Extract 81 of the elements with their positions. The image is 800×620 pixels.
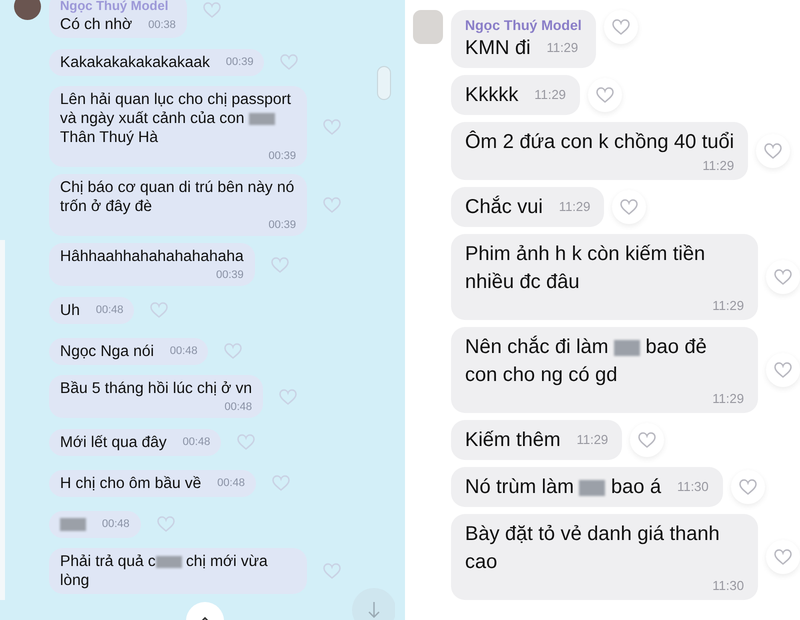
message-text: Nên chắc đi làm bao đẻ con cho ng có gd <box>465 336 707 386</box>
censor-blur <box>579 480 606 496</box>
censor-blur <box>156 556 182 568</box>
like-button[interactable] <box>604 10 638 44</box>
message-time: 00:39 <box>268 219 296 231</box>
message-text: Uh <box>60 300 80 320</box>
like-button[interactable] <box>756 134 790 168</box>
message-time: 00:48 <box>102 518 130 530</box>
like-button[interactable] <box>630 423 664 457</box>
like-button[interactable] <box>766 353 800 387</box>
heart-icon <box>774 362 792 378</box>
like-button[interactable] <box>730 470 765 504</box>
message-text: Kkkkk <box>465 83 518 108</box>
heart-icon <box>278 388 297 404</box>
message-time: 00:48 <box>224 401 252 413</box>
message-text: Mới lết qua đây <box>60 432 167 452</box>
heart-icon <box>323 197 341 213</box>
message-text: Ngọc Nga nói <box>60 342 154 360</box>
heart-icon <box>620 199 638 215</box>
censor-blur <box>248 112 275 126</box>
message-text: Ôm 2 đứa con k chồng 40 tuổi <box>465 131 734 153</box>
like-button[interactable] <box>766 540 800 574</box>
message-time: 00:48 <box>182 436 210 448</box>
message-text: Chắc vui <box>465 194 543 220</box>
censor-blur <box>60 518 86 531</box>
message-text: Lên hải quan lục cho chị passport và ngày xuất cảnh của con Thân Thuý Hà <box>60 91 291 146</box>
heart-icon <box>612 19 630 35</box>
message-time: 11:29 <box>702 158 734 173</box>
like-button[interactable] <box>588 78 622 112</box>
message-text: Kiếm thêm <box>465 428 561 453</box>
message-time: 11:29 <box>546 39 578 57</box>
scroll-down-button[interactable] <box>352 588 395 620</box>
heart-icon <box>156 516 175 532</box>
message-time: 11:30 <box>712 578 744 593</box>
arrow-down-icon <box>367 601 381 619</box>
message-time: 00:48 <box>96 304 124 316</box>
message-time: 00:39 <box>268 150 296 162</box>
message-text: KMN đi <box>465 36 531 61</box>
message-text: Nó trùm làm bao á <box>465 475 662 500</box>
heart-icon <box>202 2 221 18</box>
heart-icon <box>237 434 256 450</box>
message-time: 11:29 <box>534 86 566 104</box>
message-time: 11:30 <box>677 478 709 496</box>
message-time: 11:29 <box>576 431 608 449</box>
heart-icon <box>272 475 290 491</box>
sender-name: Ngọc Thuý Model <box>465 16 582 34</box>
censor-blur <box>614 340 640 356</box>
sender-name: Ngọc Thuý Model <box>60 0 170 15</box>
message-time: 11:29 <box>712 391 744 406</box>
message-text: Bầu 5 tháng hồi lúc chị ở vn <box>60 380 252 397</box>
message-time: 00:48 <box>170 345 198 357</box>
heart-icon <box>323 563 341 579</box>
heart-icon <box>224 343 242 359</box>
message-text: Kakakakakakakakaak <box>60 52 210 72</box>
heart-icon <box>150 302 168 318</box>
message-text: H chị cho ôm bầu về <box>60 474 202 492</box>
message-text: Hâhhaahhahahahahahaha <box>60 248 244 265</box>
message-text: Chị báo cơ quan di trú bên này nó trốn ở đây đè <box>60 179 294 215</box>
message-text: Phim ảnh h k còn kiếm tiền nhiều đc đâu <box>465 243 706 293</box>
avatar[interactable] <box>14 0 41 20</box>
message-time: 11:29 <box>558 198 590 216</box>
like-button[interactable] <box>766 260 800 294</box>
message-text: Có ch nhờ <box>60 15 132 34</box>
message-time: 11:29 <box>712 298 744 313</box>
message-time: 00:39 <box>226 56 254 68</box>
heart-icon <box>738 479 757 495</box>
message-text: Phải trả quả c chị mới vừa lòng <box>60 553 268 589</box>
heart-icon <box>280 54 298 70</box>
heart-icon <box>270 256 289 272</box>
like-button[interactable] <box>612 190 646 224</box>
message-text: Bày đặt tỏ vẻ danh giá thanh cao <box>465 523 720 573</box>
message-time: 00:38 <box>148 18 176 30</box>
heart-icon <box>774 269 792 285</box>
heart-icon <box>774 549 792 565</box>
heart-icon <box>596 87 614 103</box>
heart-icon <box>323 118 341 134</box>
heart-icon <box>638 432 656 448</box>
message-time: 00:48 <box>217 477 245 489</box>
message-time: 00:39 <box>216 269 244 281</box>
heart-icon <box>764 143 782 159</box>
scroll-indicator[interactable] <box>377 66 391 100</box>
